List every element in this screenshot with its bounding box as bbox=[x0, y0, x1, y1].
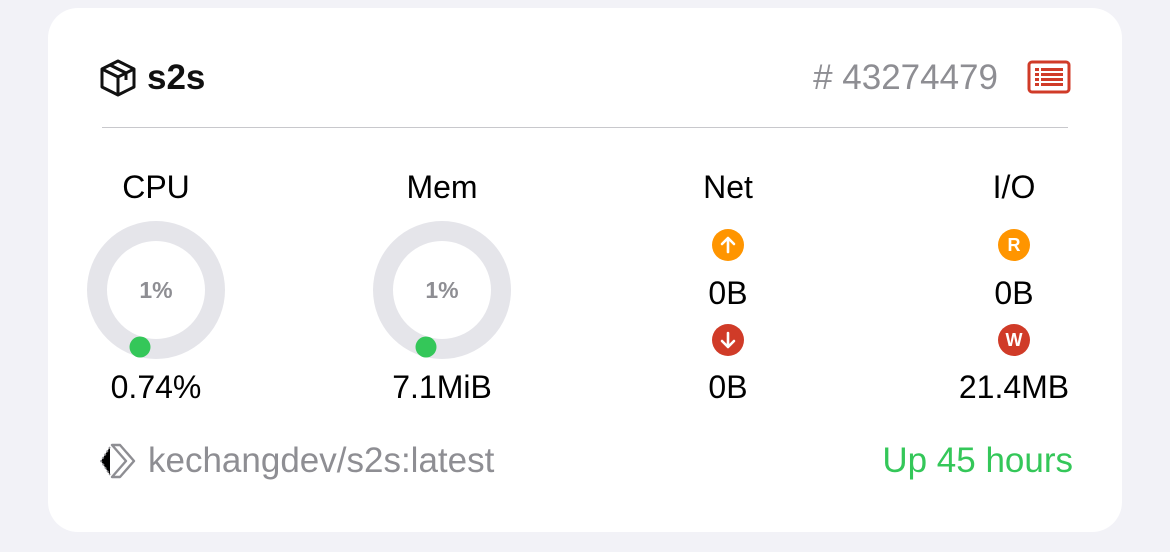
cube-icon bbox=[98, 58, 138, 98]
cpu-ring-progress-dot bbox=[129, 336, 151, 358]
net-down-value: 0B bbox=[708, 369, 748, 405]
mem-ring-progress-dot bbox=[415, 336, 437, 358]
io-write-value: 21.4MB bbox=[958, 369, 1070, 405]
arrow-down-circle-icon bbox=[712, 324, 744, 356]
log-list-icon[interactable] bbox=[1027, 60, 1071, 94]
header-divider bbox=[102, 127, 1068, 128]
cpu-ring-percent: 1% bbox=[139, 277, 173, 303]
io-write-badge: W bbox=[998, 324, 1030, 356]
cpu-label: CPU bbox=[122, 169, 190, 205]
image-name: kechangdev/s2s:latest bbox=[148, 441, 495, 480]
container-name: s2s bbox=[147, 58, 206, 97]
net-label: Net bbox=[703, 169, 753, 205]
id-hash-symbol: # bbox=[813, 58, 833, 97]
container-id: # 43274479 bbox=[813, 56, 998, 100]
cpu-value: 0.74% bbox=[110, 369, 202, 405]
mem-label: Mem bbox=[406, 169, 478, 205]
io-label: I/O bbox=[992, 169, 1036, 205]
mem-value: 7.1MiB bbox=[392, 369, 492, 405]
id-value: 43274479 bbox=[842, 58, 998, 97]
io-read-value: 0B bbox=[994, 275, 1034, 311]
net-up-value: 0B bbox=[708, 275, 748, 311]
status-text: Up 45 hours bbox=[882, 441, 1073, 480]
arrow-up-circle-icon bbox=[712, 229, 744, 261]
docker-image-icon bbox=[98, 442, 138, 480]
io-read-badge: R bbox=[998, 229, 1030, 261]
mem-ring-percent: 1% bbox=[425, 277, 459, 303]
